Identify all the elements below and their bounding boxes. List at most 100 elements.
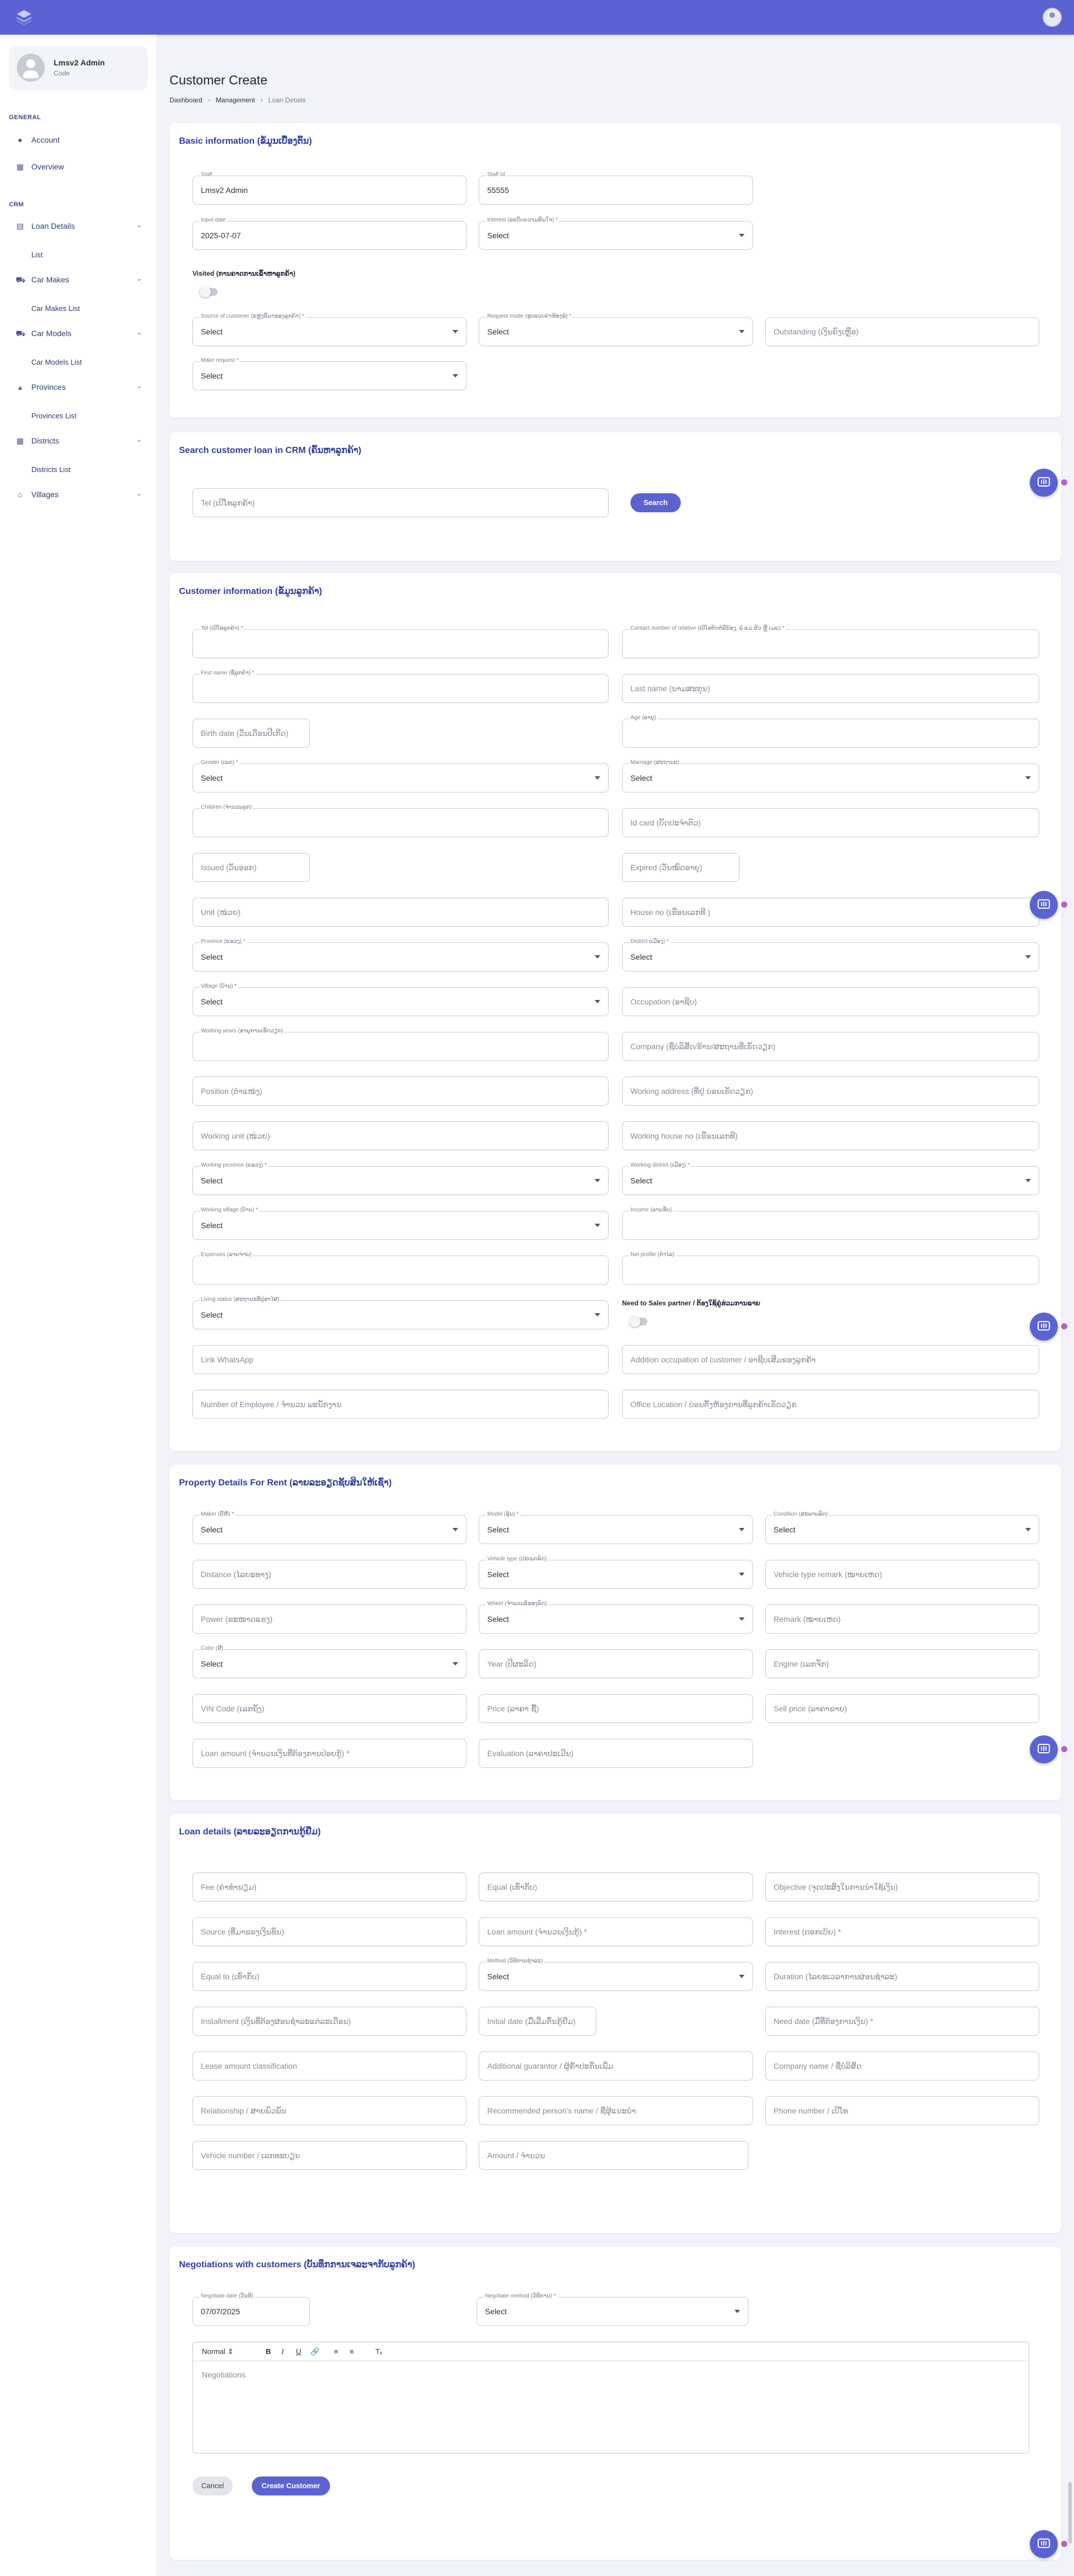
equal-input[interactable]: Equal (ເທົ່າກັບ): [479, 1872, 753, 1902]
expired-date-input[interactable]: Expired (ວັນໝົດອາຍຸ): [622, 853, 739, 882]
request-mode-select[interactable]: Request mode (ຮູບແບບຄຳຮ້ອງຂໍ) * Select: [479, 313, 753, 346]
evaluation-input[interactable]: Evaluation (ລາຄາປະເມີນ): [479, 1739, 753, 1768]
equal-to-input[interactable]: Equal to (ເທົ່າກັບ): [192, 1962, 467, 1991]
employee-count-input[interactable]: Number of Employee / ຈຳນວນ ພະນັກງານ: [192, 1390, 609, 1419]
occupation-input[interactable]: Occupation (ອາຊີບ): [622, 987, 1039, 1016]
guarantor-input[interactable]: Additional guarantor / ຜູ້ຄ້ຳປະກັນເພີ່ມ: [479, 2051, 753, 2080]
negotiate-method-select[interactable]: Negotiate method (ວິທີການ) * Select: [477, 2293, 748, 2326]
user-avatar-button[interactable]: [1043, 8, 1062, 27]
tel-input[interactable]: Tel (ເບີໂທລູກຄ້າ) *: [192, 625, 609, 658]
source-input[interactable]: Source (ທີ່ມາຂອງເງິນທຶນ): [192, 1917, 467, 1946]
nav-provinces-list[interactable]: Provinces List: [31, 412, 77, 420]
nav-car-makes-list[interactable]: Car Makes List: [31, 304, 80, 313]
nav-car-makes[interactable]: ⛟ Car Makes ⌄: [11, 270, 148, 290]
color-select[interactable]: Color (ສີ) Select: [192, 1645, 467, 1678]
clear-format-icon[interactable]: Tₓ: [375, 2347, 382, 2356]
chat-fab[interactable]: [1030, 1735, 1067, 1763]
nav-account[interactable]: ● Account: [11, 130, 148, 150]
phone-number-input[interactable]: Phone number / ເບີໂທ: [765, 2096, 1039, 2125]
bold-icon[interactable]: B: [266, 2347, 271, 2356]
search-tel-input[interactable]: Tel (ເບີໂທລູກຄ້າ): [192, 488, 609, 517]
nav-overview[interactable]: ▦ Overview: [11, 157, 148, 177]
interest-select[interactable]: Interest (ລະດັບຄວາມສົນໃຈ) * Select: [479, 217, 753, 250]
company-name-input[interactable]: Company name / ຊື່ບໍລິສັດ: [765, 2051, 1039, 2080]
working-years-input[interactable]: Working years (ອາຍຸການເຮັດວຽກ): [192, 1028, 609, 1061]
logo-icon[interactable]: [15, 8, 34, 27]
age-input[interactable]: Age (ອາຍຸ): [622, 715, 1039, 748]
recommended-person-input[interactable]: Recommended person's name / ຊື່ຜູ້ແນະນຳ: [479, 2096, 753, 2125]
district-select[interactable]: District (ເມືອງ) * Select: [622, 938, 1039, 971]
source-select[interactable]: Source of customer (ແຫຼ່ງທີ່ມາຂອງລູກຄ້າ)…: [192, 313, 467, 346]
village-select[interactable]: Village (ບ້ານ) * Select: [192, 983, 609, 1016]
bullet-list-icon[interactable]: ≡: [350, 2347, 354, 2356]
need-date-input[interactable]: Need date (ມື້ທີ່ຕ້ອງການເງິນ) *: [765, 2007, 1039, 2036]
issued-date-input[interactable]: Issued (ວັນອອກ): [192, 853, 310, 882]
province-select[interactable]: Province (ແຂວງ) * Select: [192, 938, 609, 971]
user-card[interactable]: Lmsv2 Admin Code: [9, 46, 148, 91]
create-customer-button[interactable]: Create Customer: [252, 2476, 330, 2495]
last-name-input[interactable]: Last name (ນາມສະກຸນ): [622, 674, 1039, 703]
maker-select[interactable]: Maker (ຍີ່ຫໍ້) * Select: [192, 1511, 467, 1544]
underline-icon[interactable]: U: [296, 2347, 301, 2356]
company-input[interactable]: Company (ຊື່ບໍລິສັດ/ຮ້ານ/ສະຖານທີ່ເຮັດວຽກ…: [622, 1032, 1039, 1061]
interest-input[interactable]: Interest (ດອກເບ້ຍ) *: [765, 1917, 1039, 1946]
visited-toggle[interactable]: [200, 286, 218, 298]
wheel-select[interactable]: Wheel (ຈຳນວນລໍ້ຂອງລົດ) Select: [479, 1601, 753, 1634]
fee-input[interactable]: Fee (ຄ່າທຳນຽມ): [192, 1872, 467, 1902]
relative-contact-input[interactable]: Contact number of relative (ເບີໂທຕິດຕໍ່ພ…: [622, 625, 1039, 658]
lease-classification-input[interactable]: Lease amount classification: [192, 2051, 467, 2080]
power-input[interactable]: Power (ຂະໜາດແຮງ): [192, 1605, 467, 1634]
negotiations-editor[interactable]: Normal ⇕ B I U 🔗 ≡ ≡ Tₓ Negotiations: [192, 2342, 1029, 2454]
initial-date-input[interactable]: Initial date (ມື້ເລີ່ມຕົ້ນກູ້ຢືມ): [479, 2007, 596, 2036]
nav-car-models-list[interactable]: Car Models List: [31, 358, 82, 366]
whatsapp-input[interactable]: Link WhatsApp: [192, 1345, 609, 1374]
breadcrumb-management[interactable]: Management: [216, 96, 255, 104]
marriage-select[interactable]: Marriage (ສະຖານະ) Select: [622, 759, 1039, 792]
loan-amount-input[interactable]: Loan amount (ຈຳນວນເງິນກູ້) *: [479, 1917, 753, 1946]
engine-input[interactable]: Engine (ເລກຈັກ): [765, 1649, 1039, 1678]
negotiate-date-input[interactable]: Negotiate date (ວັນທີ) 07/07/2025: [192, 2293, 310, 2326]
search-button[interactable]: Search: [630, 493, 681, 512]
ordered-list-icon[interactable]: ≡: [334, 2347, 338, 2356]
make-request-select[interactable]: Make request * Select: [192, 357, 467, 390]
living-status-select[interactable]: Living status (ສະຖານະທີ່ຢູ່ອາໄສ) Select: [192, 1296, 609, 1329]
sell-price-input[interactable]: Sell price (ລາຄາຂາຍ): [765, 1694, 1039, 1723]
children-input[interactable]: Children (ຈຳນວນລູກ): [192, 804, 609, 837]
vehicle-type-remark-input[interactable]: Vehicle type remark (ໝາຍເຫດ): [765, 1560, 1039, 1589]
working-village-select[interactable]: Working village (ບ້ານ) * Select: [192, 1207, 609, 1240]
chat-fab[interactable]: [1030, 1313, 1067, 1341]
distance-input[interactable]: Distance (ໄລຍະທາງ): [192, 1560, 467, 1589]
link-icon[interactable]: 🔗: [310, 2347, 319, 2356]
id-card-input[interactable]: Id card (ບັດປະຈຳຕົວ): [622, 808, 1039, 837]
unit-input[interactable]: Unit (ໜ່ວຍ): [192, 898, 609, 927]
cancel-button[interactable]: Cancel: [192, 2476, 233, 2495]
chat-fab[interactable]: [1030, 2530, 1067, 2558]
office-location-input[interactable]: Office Location / ບ່ອນຕັ້ງຫ້ອງການທີ່ລູກຄ…: [622, 1390, 1039, 1419]
nav-provinces[interactable]: ▴ Provinces ⌄: [11, 377, 148, 397]
chat-fab[interactable]: [1030, 469, 1067, 497]
italic-icon[interactable]: I: [281, 2347, 284, 2356]
birth-date-input[interactable]: Birth date (ວັນເດືອນປີເກີດ): [192, 719, 310, 748]
vehicle-number-input[interactable]: Vehicle number / ເລກທະບຽນ: [192, 2141, 467, 2170]
staff-id-field[interactable]: Staff Id 55555: [479, 172, 753, 205]
method-select[interactable]: Method (ວິທີການຊຳລະ) Select: [479, 1958, 753, 1991]
working-address-input[interactable]: Working address (ທີ່ຢູ່ ບ່ອນເຮັດວຽກ): [622, 1077, 1039, 1106]
expenses-input[interactable]: Expenses (ລາຍຈ່າຍ): [192, 1252, 609, 1285]
sales-partner-toggle[interactable]: [629, 1316, 647, 1327]
nav-districts-list[interactable]: Districts List: [31, 465, 70, 474]
working-unit-input[interactable]: Working unit (ໜ່ວຍ): [192, 1121, 609, 1150]
house-no-input[interactable]: House no (ເຮືອນເລກທີ ): [622, 898, 1039, 927]
working-district-select[interactable]: Working district (ເມືອງ) * Select: [622, 1162, 1039, 1195]
addition-occupation-input[interactable]: Addition occupation of customer / ອາຊີບເ…: [622, 1345, 1039, 1374]
income-input[interactable]: Income (ລາຍຮັບ): [622, 1207, 1039, 1240]
chat-fab[interactable]: [1030, 891, 1067, 919]
price-input[interactable]: Price (ລາຄາ ຊື້): [479, 1694, 753, 1723]
nav-loan-details[interactable]: ▤ Loan Details ⌄: [11, 216, 148, 236]
vin-input[interactable]: VIN Code (ເລກຖັງ): [192, 1694, 467, 1723]
text-style-dropdown[interactable]: Normal ⇕: [202, 2347, 233, 2356]
amount-input[interactable]: Amount / ຈຳນວນ: [479, 2141, 748, 2170]
vehicle-type-select[interactable]: Vehicle type (ປະເພດລົດ) Select: [479, 1556, 753, 1589]
relationship-input[interactable]: Relationship / ສາຍພົວພັນ: [192, 2096, 467, 2125]
objective-input[interactable]: Objective (ຈຸດປະສົງໃນການນຳໃຊ້ເງິນ): [765, 1872, 1039, 1902]
nav-villages[interactable]: ⌂ Villages ⌄: [11, 484, 148, 504]
